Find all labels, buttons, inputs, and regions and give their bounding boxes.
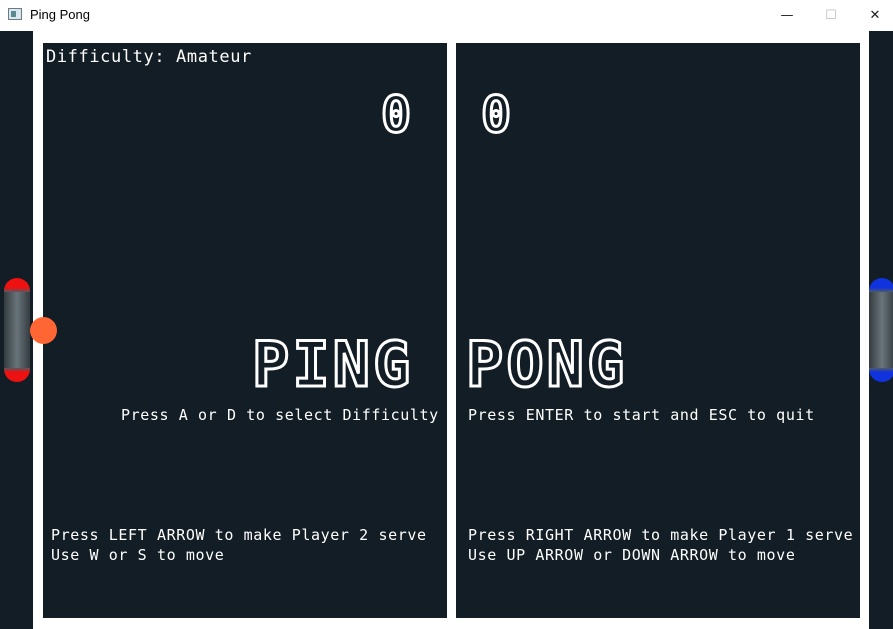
right-move-instruction: Use UP ARROW or DOWN ARROW to move [468, 546, 796, 564]
close-icon: ✕ [869, 7, 881, 23]
window-title: Ping Pong [30, 7, 90, 22]
paddle-shading [4, 292, 30, 368]
close-button[interactable]: ✕ [852, 0, 893, 30]
score-left: 0 [379, 85, 414, 146]
window-titlebar[interactable]: Ping Pong — ☐ ✕ [0, 0, 893, 31]
minimize-button[interactable]: — [764, 0, 810, 30]
title-pong: PONG [464, 327, 628, 403]
paddle-shading [869, 292, 893, 368]
right-serve-instruction: Press RIGHT ARROW to make Player 1 serve [468, 526, 854, 544]
left-move-instruction: Use W or S to move [51, 546, 225, 564]
right-paddle-body [869, 278, 893, 382]
score-right: 0 [479, 85, 514, 146]
maximize-button[interactable]: ☐ [808, 0, 854, 30]
game-canvas[interactable]: Difficulty: Amateur 0 0 PING PONG Press … [0, 31, 893, 629]
maximize-icon: ☐ [825, 7, 837, 23]
difficulty-label: Difficulty: Amateur [46, 47, 252, 67]
ball [30, 317, 57, 344]
left-serve-instruction: Press LEFT ARROW to make Player 2 serve [51, 526, 427, 544]
difficulty-instruction: Press A or D to select Difficulty [121, 406, 439, 424]
start-quit-instruction: Press ENTER to start and ESC to quit [468, 406, 815, 424]
left-paddle [4, 278, 30, 382]
minimize-icon: — [780, 7, 794, 23]
title-ping: PING [250, 327, 414, 403]
left-paddle-body [4, 278, 30, 382]
app-window-icon [8, 8, 22, 20]
right-paddle [869, 278, 893, 382]
